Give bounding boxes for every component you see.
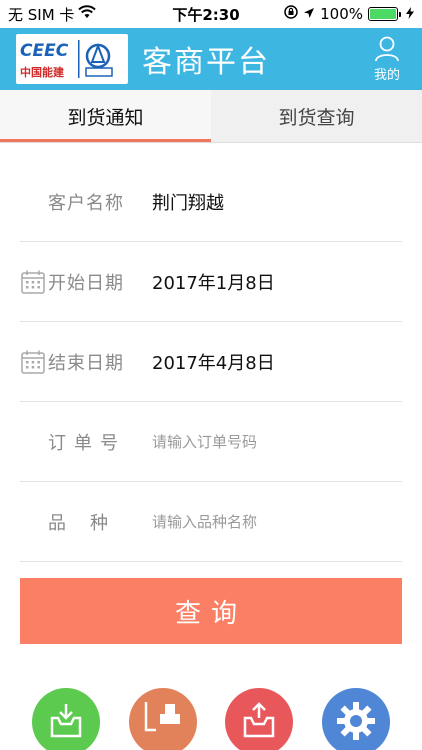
status-time: 下午2:30 [172, 5, 240, 24]
profile-label: 我的 [373, 67, 400, 83]
end-date-row[interactable]: 结束日期 2017年4月8日 [0, 322, 422, 402]
carrier-text: 无 SIM 卡 [8, 5, 75, 24]
status-right: 100% [264, 5, 414, 23]
wifi-icon [78, 5, 97, 23]
app-title: 客商平台 [142, 45, 270, 80]
start-date-row[interactable]: 开始日期 2017年1月8日 [0, 242, 422, 322]
tab-arrival-query[interactable]: 到货查询 [211, 90, 422, 142]
app-header: CEEC 中国能建 客商平台 我的 [0, 28, 422, 90]
status-bar: 无 SIM 卡 下午2:30 100% [0, 0, 422, 28]
order-no-input[interactable] [152, 433, 372, 451]
variety-label: 品种 [48, 513, 132, 534]
location-arrow-icon [303, 5, 315, 23]
calendar-icon [21, 270, 45, 294]
forklift-icon[interactable] [128, 688, 197, 750]
profile-button[interactable]: 我的 [364, 36, 410, 83]
battery-percent: 100% [320, 5, 363, 23]
brand-logo: CEEC 中国能建 [16, 34, 128, 84]
tabs-divider [0, 142, 422, 143]
customer-value[interactable]: 荆门翔越 [152, 189, 224, 215]
query-form: 客户名称 荆门翔越 开始日期 2017年1月8日 结束日期 2017年4月8日 … [0, 162, 422, 562]
charging-bolt-icon [406, 5, 414, 23]
customer-row[interactable]: 客户名称 荆门翔越 [0, 162, 422, 242]
start-date-value[interactable]: 2017年1月8日 [152, 269, 275, 295]
tab-bar: 到货通知 到货查询 [0, 90, 422, 142]
rotation-lock-icon [284, 5, 298, 23]
user-icon [375, 36, 399, 61]
status-left: 无 SIM 卡 [8, 4, 148, 25]
calendar-icon [21, 350, 45, 374]
bottom-shortcuts [0, 688, 422, 750]
svg-text:CEEC: CEEC [20, 41, 69, 61]
query-button[interactable]: 查询 [20, 578, 402, 644]
end-date-value[interactable]: 2017年4月8日 [152, 349, 275, 375]
order-no-label: 订单号 [48, 433, 126, 454]
battery-icon [368, 7, 401, 21]
tab-arrival-notice[interactable]: 到货通知 [0, 90, 211, 142]
svg-text:中国能建: 中国能建 [20, 65, 65, 79]
variety-input[interactable] [152, 513, 372, 531]
outbox-icon[interactable] [225, 688, 294, 750]
start-date-label: 开始日期 [48, 273, 124, 294]
inbox-in-icon[interactable] [32, 688, 101, 750]
variety-row: 品种 [0, 482, 422, 562]
order-no-row: 订单号 [0, 402, 422, 482]
customer-label: 客户名称 [48, 193, 124, 214]
end-date-label: 结束日期 [48, 353, 124, 374]
ceec-logo-icon: CEEC 中国能建 [20, 40, 113, 79]
settings-gear-icon[interactable] [321, 688, 390, 750]
